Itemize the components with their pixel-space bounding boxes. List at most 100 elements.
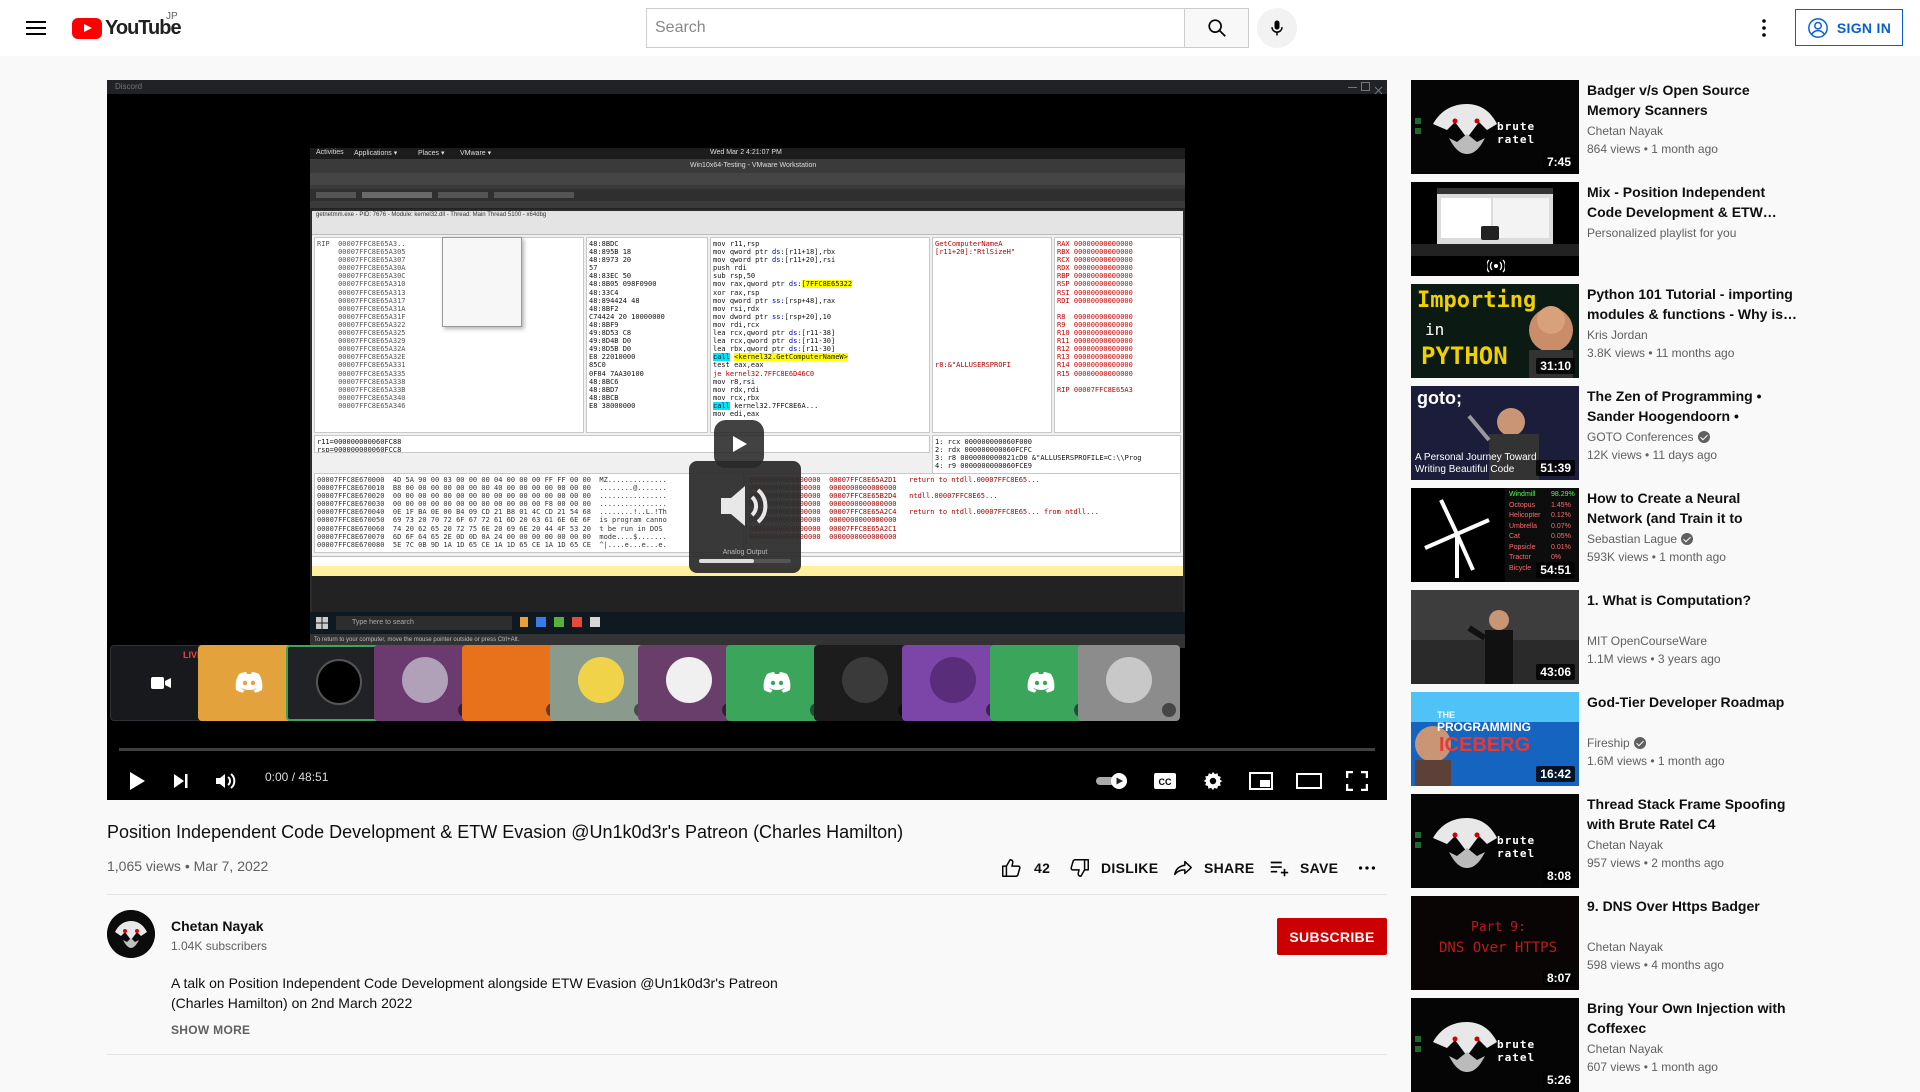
related-video-channel[interactable]: Personalized playlist for you: [1587, 226, 1736, 240]
more-actions-button[interactable]: [1356, 856, 1378, 880]
related-video-item[interactable]: 43:06 1. What is Computation? MIT OpenCour…: [1411, 590, 1801, 684]
related-video-channel[interactable]: Chetan Nayak: [1587, 940, 1663, 954]
related-video-title[interactable]: God-Tier Developer Roadmap: [1587, 692, 1797, 712]
closed-captions-icon: CC: [1154, 773, 1176, 789]
theater-mode-button[interactable]: [1289, 763, 1329, 799]
channel-name[interactable]: Chetan Nayak: [171, 918, 264, 934]
debugger-module-title: getnetmm.exe - PID: 7676 - Module: kerne…: [316, 212, 547, 218]
miniplayer-button[interactable]: [1241, 763, 1281, 799]
thumbnail-caption: PROGRAMMING: [1437, 720, 1531, 734]
subscribe-button[interactable]: SUBSCRIBE: [1277, 918, 1387, 955]
related-video-item[interactable]: brute ratel 5:26 Bring Your Own Injection …: [1411, 998, 1801, 1092]
guide-menu-icon[interactable]: [24, 16, 48, 40]
participant-tile: [462, 645, 564, 721]
related-video-title[interactable]: Python 101 Tutorial - importing modules …: [1587, 284, 1797, 324]
settings-more-button[interactable]: [1752, 16, 1776, 40]
related-video-title[interactable]: 1. What is Computation?: [1587, 590, 1797, 610]
related-video-channel[interactable]: Fireship: [1587, 736, 1646, 750]
vertical-dots-icon: [1762, 19, 1766, 37]
dislike-button[interactable]: DISLIKE: [1069, 856, 1158, 880]
stack-pane: 00000000000000000 00007FFC8E65A2D1 retur…: [746, 473, 1181, 553]
related-video-item[interactable]: goto; A Personal Journey Toward Writing Be…: [1411, 386, 1801, 480]
discord-icon: [235, 672, 263, 693]
account-circle-icon: [1807, 17, 1828, 38]
related-video-channel[interactable]: Chetan Nayak: [1587, 1042, 1663, 1056]
participant-tile: [726, 645, 828, 721]
gnome-places: Places ▾: [418, 150, 445, 157]
channel-avatar[interactable]: [107, 910, 155, 958]
autoplay-toggle[interactable]: [1089, 763, 1137, 799]
video-player[interactable]: Discord Activities Applications ▾ Places…: [107, 80, 1387, 800]
verified-badge-icon: [1633, 737, 1646, 749]
thumbnail-caption: 1.45%: [1551, 501, 1571, 509]
related-video-item[interactable]: brute ratel 8:08 Thread Stack Frame Spoofi…: [1411, 794, 1801, 888]
video-thumbnail[interactable]: goto; A Personal Journey Toward Writing Be…: [1411, 386, 1579, 480]
related-video-title[interactable]: How to Create a Neural Network (and Trai…: [1587, 488, 1797, 528]
related-video-channel[interactable]: Chetan Nayak: [1587, 838, 1663, 852]
related-video-item[interactable]: THE PROGRAMMING ICEBERG 16:42 God-Tier Devel…: [1411, 692, 1801, 786]
search-button[interactable]: [1185, 8, 1249, 48]
description-line-2: (Charles Hamilton) on 2nd March 2022: [171, 995, 413, 1011]
related-video-item[interactable]: Part 9: DNS Over HTTPS 8:07 9. DNS Over Htt…: [1411, 896, 1801, 990]
related-video-title[interactable]: Mix - Position Independent Code Developm…: [1587, 182, 1797, 222]
related-video-title[interactable]: Thread Stack Frame Spoofing with Brute R…: [1587, 794, 1797, 834]
osd-label: Analog Output: [722, 549, 768, 556]
voice-search-button[interactable]: [1257, 8, 1297, 48]
volume-osd: Analog Output: [689, 461, 801, 573]
related-video-title[interactable]: 9. DNS Over Https Badger: [1587, 896, 1797, 916]
related-video-channel[interactable]: Kris Jordan: [1587, 328, 1648, 342]
video-thumbnail[interactable]: Importing in PYTHON 31:10: [1411, 284, 1579, 378]
related-video-stats: 598 views • 4 months ago: [1587, 958, 1724, 972]
like-count: 42: [1034, 860, 1051, 876]
save-button[interactable]: SAVE: [1268, 856, 1338, 880]
progress-bar[interactable]: [119, 748, 1375, 751]
search-input[interactable]: [655, 19, 1184, 37]
related-video-channel[interactable]: Sebastian Lague: [1587, 532, 1694, 546]
thumbnail-caption: ICEBERG: [1439, 734, 1531, 756]
upload-date: Mar 7, 2022: [193, 858, 269, 874]
video-thumbnail[interactable]: brute ratel 7:45: [1411, 80, 1579, 174]
share-icon: [1174, 860, 1192, 876]
thumbnail-caption: 0.05%: [1551, 533, 1571, 540]
sign-in-button[interactable]: SIGN IN: [1795, 9, 1903, 46]
share-label: SHARE: [1204, 860, 1255, 876]
thumbnail-caption: brute ratel: [1497, 1038, 1536, 1064]
like-button[interactable]: 42: [1000, 856, 1050, 880]
participant-tile: [374, 645, 476, 721]
video-thumbnail[interactable]: 43:06: [1411, 590, 1579, 684]
thumbnail-caption: Bicycle: [1509, 564, 1532, 572]
related-video-stats: 3.8K views • 11 months ago: [1587, 346, 1735, 360]
related-video-title[interactable]: Badger v/s Open Source Memory Scanners: [1587, 80, 1797, 120]
related-video-item[interactable]: Windmill 98.29% Octopus 1.45% Helicopter 0.12…: [1411, 488, 1801, 582]
related-video-channel[interactable]: GOTO Conferences: [1587, 430, 1710, 444]
video-thumbnail[interactable]: [1411, 182, 1579, 276]
video-thumbnail[interactable]: Windmill 98.29% Octopus 1.45% Helicopter 0.12…: [1411, 488, 1579, 582]
volume-icon: [216, 773, 236, 789]
related-video-item[interactable]: brute ratel 7:45 Badger v/s Open Source Me…: [1411, 80, 1801, 174]
related-video-item[interactable]: Importing in PYTHON 31:10 Python 101 Tutoria…: [1411, 284, 1801, 378]
related-video-channel[interactable]: Chetan Nayak: [1587, 124, 1663, 138]
next-button[interactable]: [163, 763, 199, 799]
related-video-item[interactable]: Mix - Position Independent Code Developm…: [1411, 182, 1801, 276]
fullscreen-button[interactable]: [1337, 763, 1377, 799]
related-video-title[interactable]: The Zen of Programming • Sander Hoogendo…: [1587, 386, 1797, 426]
thumbnail-caption: Part 9:: [1471, 920, 1526, 935]
save-label: SAVE: [1300, 860, 1339, 876]
related-video-title[interactable]: Bring Your Own Injection with Coffexec: [1587, 998, 1797, 1038]
meta-separator: •: [180, 858, 194, 874]
subtitles-button[interactable]: CC: [1145, 763, 1185, 799]
play-button[interactable]: [119, 763, 155, 799]
video-thumbnail[interactable]: THE PROGRAMMING ICEBERG 16:42: [1411, 692, 1579, 786]
duration-badge: 51:39: [1536, 460, 1575, 476]
duration-badge: 7:45: [1542, 154, 1575, 170]
mute-button[interactable]: [207, 763, 243, 799]
video-thumbnail[interactable]: Part 9: DNS Over HTTPS 8:07: [1411, 896, 1579, 990]
thumbnail-caption: brute ratel: [1497, 834, 1536, 860]
video-thumbnail[interactable]: brute ratel 8:08: [1411, 794, 1579, 888]
youtube-logo[interactable]: YouTube: [72, 17, 182, 40]
share-button[interactable]: SHARE: [1172, 856, 1255, 880]
settings-button[interactable]: [1193, 763, 1233, 799]
video-thumbnail[interactable]: brute ratel 5:26: [1411, 998, 1579, 1092]
related-video-channel[interactable]: MIT OpenCourseWare: [1587, 634, 1707, 648]
show-more-button[interactable]: SHOW MORE: [171, 1023, 250, 1037]
